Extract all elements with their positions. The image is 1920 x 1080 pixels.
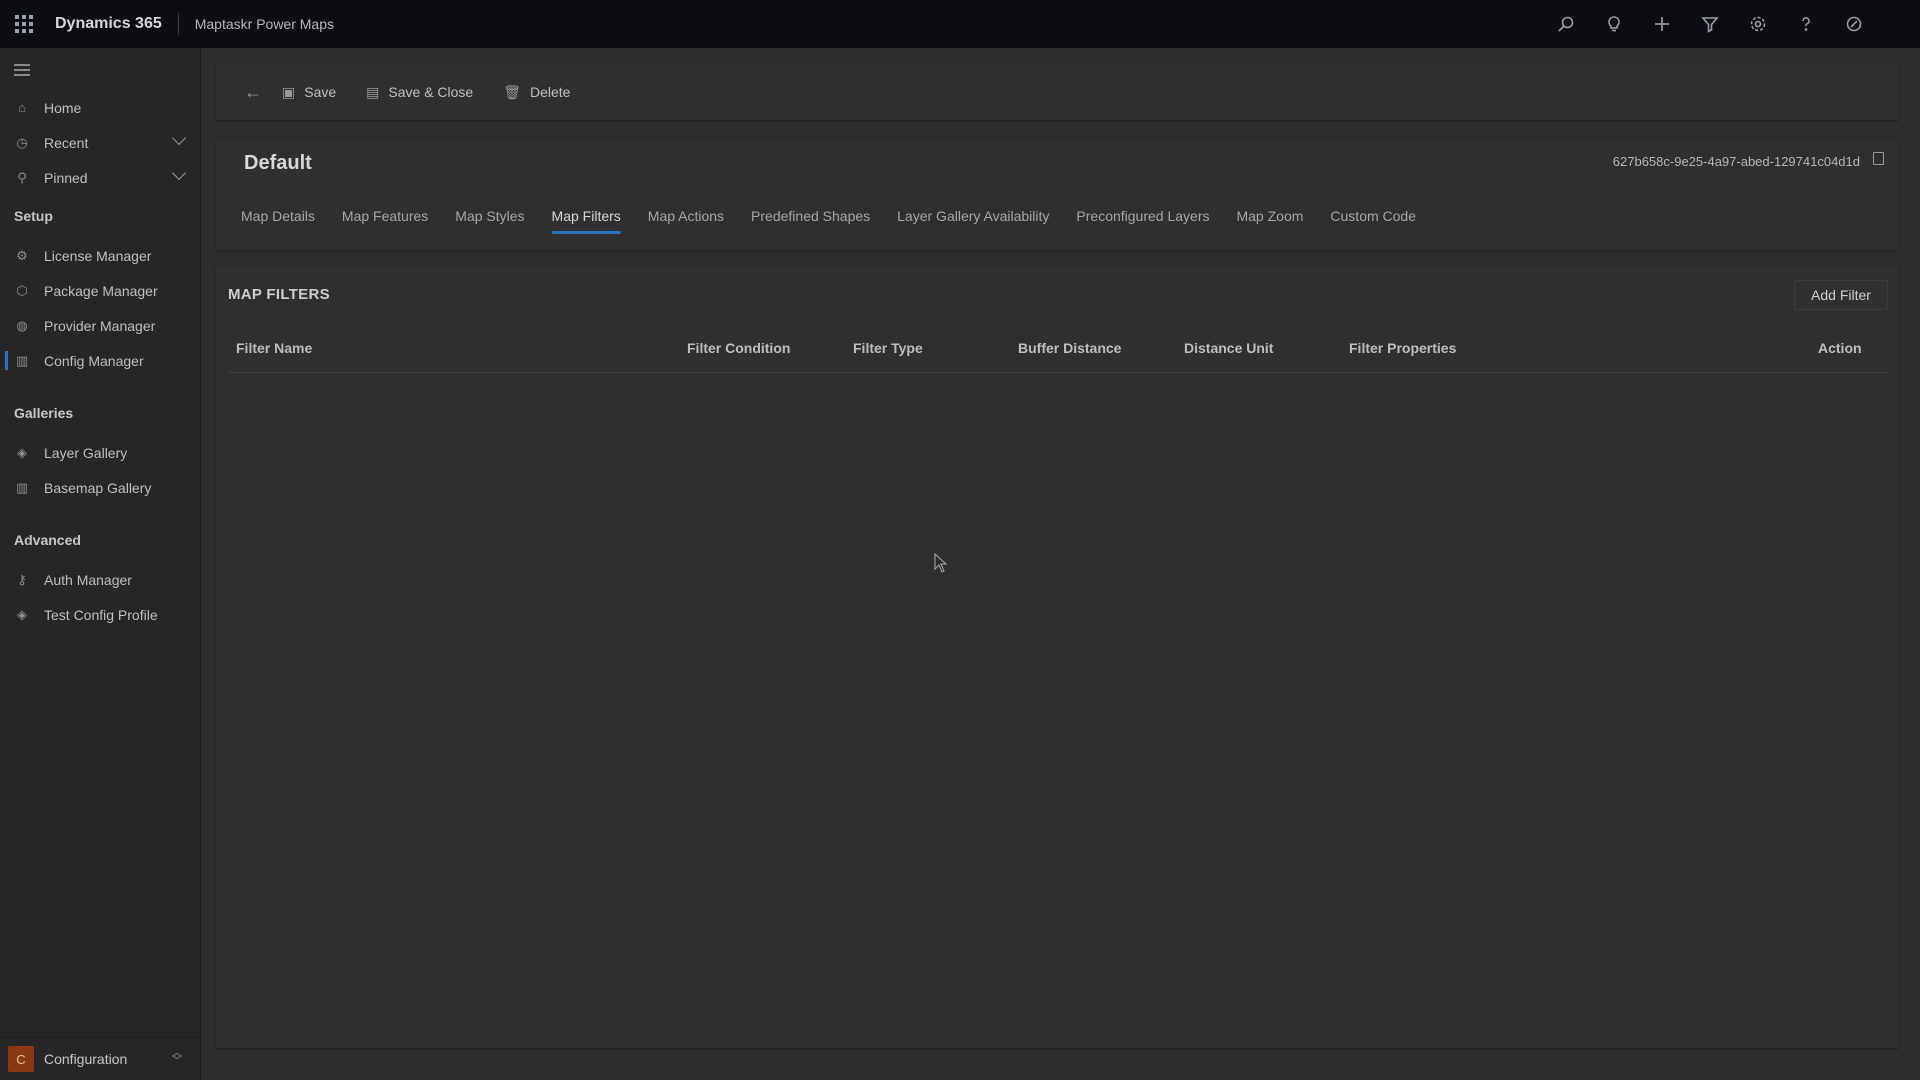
- column-header-filter-type[interactable]: Filter Type: [853, 340, 923, 356]
- topbar-divider: [177, 13, 179, 35]
- sidebar-item-label: Test Config Profile: [44, 606, 158, 623]
- sidebar-item-label: Config Manager: [44, 352, 144, 369]
- search-icon[interactable]: [1542, 0, 1590, 48]
- filter-icon[interactable]: [1686, 0, 1734, 48]
- tab-preconfigured-layers[interactable]: Preconfigured Layers: [1076, 208, 1209, 232]
- tab-map-actions[interactable]: Map Actions: [648, 208, 724, 232]
- chevron-down-icon[interactable]: [171, 165, 187, 181]
- sidebar-item-label: Home: [44, 99, 82, 116]
- globe-icon: ◍: [16, 317, 28, 333]
- sidebar-section-galleries: Galleries: [14, 405, 74, 421]
- map-icon: ▥: [15, 479, 29, 495]
- tab-map-features[interactable]: Map Features: [342, 208, 428, 232]
- tab-map-zoom[interactable]: Map Zoom: [1236, 208, 1303, 232]
- help-icon[interactable]: [1782, 0, 1830, 48]
- sidebar-item-label: Package Manager: [44, 282, 158, 299]
- delete-button[interactable]: 🗑 Delete: [503, 84, 570, 101]
- sidebar-item-layer-gallery[interactable]: ◈ Layer Gallery: [0, 435, 200, 470]
- lightbulb-icon[interactable]: [1590, 0, 1638, 48]
- section-title: MAP FILTERS: [228, 286, 330, 303]
- sidebar-item-package-manager[interactable]: ⬡ Package Manager: [0, 273, 200, 308]
- column-header-filter-name[interactable]: Filter Name: [236, 340, 312, 356]
- tab-map-details[interactable]: Map Details: [241, 208, 315, 232]
- gear-icon[interactable]: [1734, 0, 1782, 48]
- chevron-up-down-icon: ︿ ﹀: [172, 1048, 182, 1067]
- trash-icon: 🗑: [503, 83, 521, 100]
- area-label: Configuration: [44, 1051, 128, 1067]
- mouse-cursor-icon: [934, 553, 948, 573]
- home-icon: ⌂: [18, 100, 26, 115]
- plus-icon[interactable]: [1638, 0, 1686, 48]
- sidebar-item-basemap-gallery[interactable]: ▥ Basemap Gallery: [0, 470, 200, 505]
- tab-layer-gallery-availability[interactable]: Layer Gallery Availability: [897, 208, 1049, 232]
- package-icon: ⬡: [16, 282, 28, 298]
- command-bar: ← ▣ Save ▤ Save & Close 🗑 Delete: [216, 64, 1898, 120]
- product-name[interactable]: Dynamics 365: [55, 15, 162, 33]
- clock-icon: ◷: [16, 134, 28, 150]
- pin-icon: ⚲: [17, 169, 27, 185]
- sidebar-section-setup: Setup: [14, 208, 53, 224]
- sidebar-item-config-manager[interactable]: ▥ Config Manager: [0, 343, 200, 378]
- area-badge: C: [8, 1046, 34, 1072]
- save-close-label: Save & Close: [388, 84, 474, 100]
- app-name[interactable]: Maptaskr Power Maps: [195, 16, 334, 32]
- area-switcher[interactable]: C Configuration ︿ ﹀: [0, 1037, 200, 1080]
- sidebar-item-provider-manager[interactable]: ◍ Provider Manager: [0, 308, 200, 343]
- sidebar: ⌂ Home ◷ Recent ⚲ Pinned Setup ⚙ License…: [0, 48, 201, 1080]
- sidebar-section-advanced: Advanced: [14, 532, 81, 548]
- column-header-action[interactable]: Action: [1818, 340, 1862, 356]
- record-header: Default 627b658c-9e25-4a97-abed-129741c0…: [216, 140, 1898, 250]
- save-close-icon: ▤: [366, 83, 380, 100]
- column-header-distance-unit[interactable]: Distance Unit: [1184, 340, 1273, 356]
- sidebar-item-pinned[interactable]: ⚲ Pinned: [0, 160, 200, 195]
- top-navigation-bar: Dynamics 365 Maptaskr Power Maps: [0, 0, 1920, 48]
- sidebar-item-label: Layer Gallery: [44, 444, 128, 461]
- key-icon: ⚷: [17, 571, 27, 587]
- hamburger-menu-icon[interactable]: [14, 64, 30, 79]
- layers-icon: ◈: [17, 606, 27, 622]
- copilot-icon[interactable]: [1830, 0, 1878, 48]
- sidebar-item-label: Pinned: [44, 169, 88, 186]
- back-arrow-icon[interactable]: ←: [244, 82, 262, 103]
- sidebar-item-label: Recent: [44, 134, 89, 151]
- sidebar-item-home[interactable]: ⌂ Home: [0, 90, 200, 125]
- map-filters-section: MAP FILTERS Add Filter Filter Name Filte…: [216, 266, 1898, 1048]
- tab-custom-code[interactable]: Custom Code: [1330, 208, 1416, 232]
- column-header-buffer-distance[interactable]: Buffer Distance: [1018, 340, 1121, 356]
- sidebar-item-test-config-profile[interactable]: ◈ Test Config Profile: [0, 597, 200, 632]
- sidebar-item-label: Auth Manager: [44, 571, 132, 588]
- tab-map-styles[interactable]: Map Styles: [455, 208, 524, 232]
- record-id: 627b658c-9e25-4a97-abed-129741c04d1d: [1612, 154, 1860, 169]
- sidebar-item-auth-manager[interactable]: ⚷ Auth Manager: [0, 562, 200, 597]
- save-and-close-button[interactable]: ▤ Save & Close: [366, 84, 473, 101]
- column-header-filter-properties[interactable]: Filter Properties: [1349, 340, 1456, 356]
- license-icon: ⚙: [16, 247, 28, 263]
- app-launcher-icon[interactable]: [0, 0, 48, 48]
- sidebar-item-label: Basemap Gallery: [44, 479, 152, 496]
- sidebar-item-license-manager[interactable]: ⚙ License Manager: [0, 238, 200, 273]
- delete-label: Delete: [530, 84, 571, 100]
- sidebar-item-label: License Manager: [44, 247, 152, 264]
- save-button[interactable]: ▣ Save: [282, 84, 336, 101]
- layers-icon: ◈: [17, 444, 27, 460]
- filters-table-header: Filter Name Filter Condition Filter Type…: [228, 340, 1888, 373]
- copy-icon[interactable]: [1873, 152, 1884, 165]
- map-icon: ▥: [15, 352, 29, 368]
- save-label: Save: [304, 84, 337, 100]
- tab-predefined-shapes[interactable]: Predefined Shapes: [751, 208, 870, 232]
- chevron-down-icon[interactable]: [171, 130, 187, 146]
- column-header-filter-condition[interactable]: Filter Condition: [687, 340, 790, 356]
- tab-map-filters[interactable]: Map Filters: [551, 208, 622, 234]
- record-title: Default: [244, 152, 312, 174]
- add-filter-button[interactable]: Add Filter: [1794, 280, 1888, 310]
- sidebar-item-label: Provider Manager: [44, 317, 156, 334]
- sidebar-item-recent[interactable]: ◷ Recent: [0, 125, 200, 160]
- save-icon: ▣: [282, 83, 296, 100]
- record-tabs: Map Details Map Features Map Styles Map …: [241, 208, 1443, 234]
